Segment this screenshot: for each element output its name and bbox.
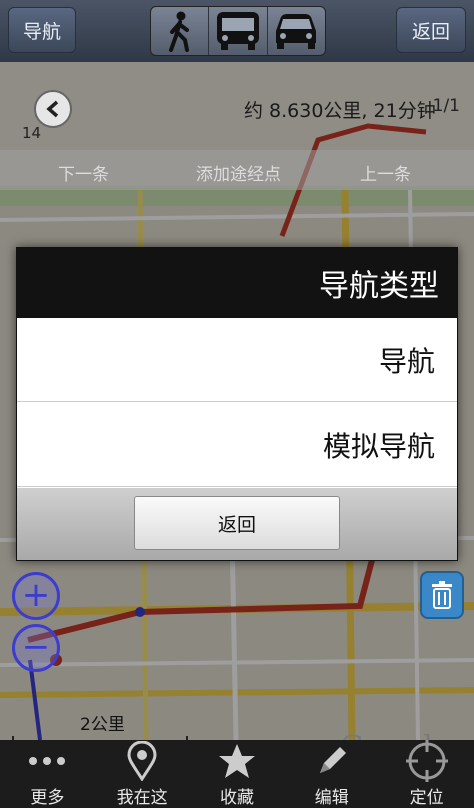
chevron-left-icon <box>46 100 59 118</box>
marker-index: 14 <box>22 124 42 142</box>
dialog-footer: 返回 <box>17 488 457 560</box>
back-button[interactable]: 返回 <box>396 7 466 53</box>
travel-mode-selector <box>150 6 326 56</box>
star-icon <box>218 744 255 778</box>
navigation-type-dialog: 导航类型 导航 模拟导航 返回 <box>16 247 458 561</box>
previous-step-button[interactable]: 上一条 <box>360 160 411 185</box>
option-simulated-navigate[interactable]: 模拟导航 <box>17 403 457 487</box>
more-dots-icon <box>29 757 66 765</box>
pencil-icon <box>319 747 346 773</box>
scale-label: 2公里 <box>80 715 125 735</box>
navigate-button[interactable]: 导航 <box>8 7 76 53</box>
next-step-button[interactable]: 下一条 <box>58 160 109 185</box>
tab-label: 编辑 <box>314 788 349 808</box>
zoom-in-button[interactable]: + <box>12 572 60 620</box>
delete-route-button[interactable] <box>420 571 464 619</box>
tab-label: 定位 <box>409 788 444 808</box>
walk-mode-button[interactable] <box>151 7 210 55</box>
zoom-out-button[interactable]: − <box>12 624 60 672</box>
bus-mode-button[interactable] <box>209 7 268 55</box>
bus-icon <box>216 12 259 50</box>
tab-label: 我在这 <box>116 788 168 808</box>
route-page-index: 1/1 <box>432 96 460 116</box>
crosshair-icon <box>405 740 448 782</box>
top-bar: 导航 返回 <box>0 0 474 62</box>
walking-person-icon <box>168 11 189 52</box>
car-mode-button[interactable] <box>268 7 325 55</box>
dialog-title: 导航类型 <box>17 248 457 318</box>
option-navigate[interactable]: 导航 <box>17 318 457 402</box>
bottom-tab-bar: 更多 我在这 收藏 编辑 定位 <box>0 740 474 808</box>
tab-locate[interactable]: 定位 <box>379 740 474 808</box>
dialog-back-button[interactable]: 返回 <box>134 496 340 550</box>
tab-more[interactable]: 更多 <box>0 740 95 808</box>
route-summary: 约 8.630公里, 21分钟 <box>244 100 436 122</box>
tab-favorites[interactable]: 收藏 <box>190 740 285 808</box>
add-waypoint-button[interactable]: 添加途经点 <box>196 160 281 185</box>
tab-i-am-here[interactable]: 我在这 <box>95 740 190 808</box>
car-icon <box>276 14 317 49</box>
tab-label: 收藏 <box>219 788 254 808</box>
collapse-route-button[interactable] <box>34 90 72 128</box>
tab-label: 更多 <box>30 788 65 808</box>
trash-icon <box>432 581 452 609</box>
tab-edit[interactable]: 编辑 <box>284 740 379 808</box>
location-pin-icon <box>127 741 157 781</box>
